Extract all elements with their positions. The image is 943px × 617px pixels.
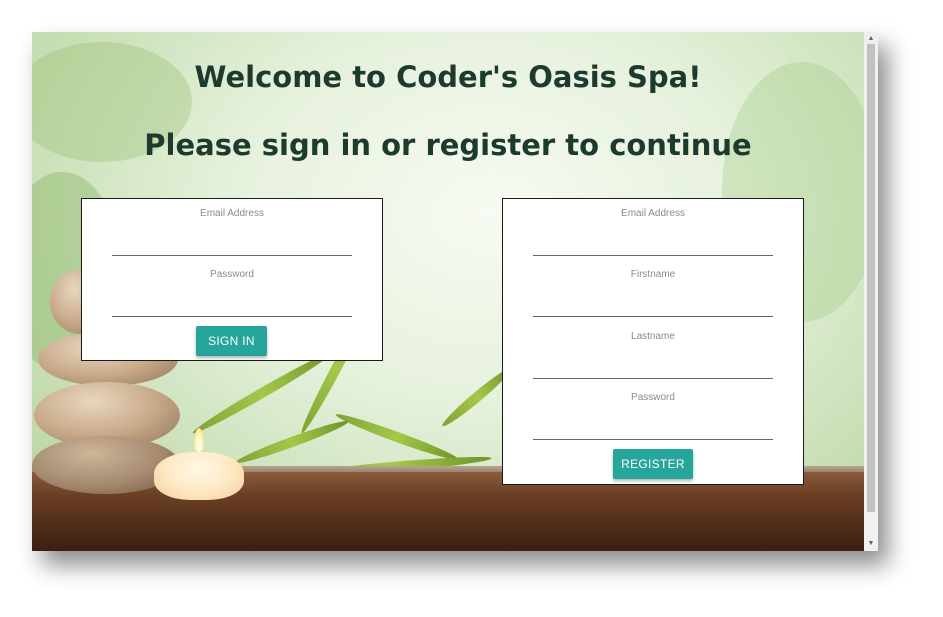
bamboo-leaf [334, 410, 460, 464]
page-viewport: Welcome to Coder's Oasis Spa! Please sig… [32, 32, 864, 551]
signin-email-label: Email Address [200, 208, 264, 219]
register-lastname-input[interactable] [533, 353, 773, 379]
register-button[interactable]: REGISTER [613, 449, 693, 479]
register-lastname-field: Lastname [533, 327, 773, 379]
register-firstname-label: Firstname [630, 269, 676, 280]
scrollbar-thumb[interactable] [867, 44, 875, 512]
candle-flame [194, 428, 204, 452]
signin-password-input[interactable] [112, 291, 352, 317]
register-password-field: Password [533, 388, 773, 440]
signin-password-field: Password [112, 265, 352, 317]
vertical-scrollbar[interactable]: ▲ ▼ [864, 32, 878, 551]
signin-password-label: Password [210, 269, 254, 280]
register-password-label: Password [631, 392, 675, 403]
register-lastname-label: Lastname [631, 331, 675, 342]
register-email-field: Email Address [533, 204, 773, 256]
register-email-input[interactable] [533, 230, 773, 256]
signin-email-input[interactable] [112, 230, 352, 256]
register-password-input[interactable] [533, 414, 773, 440]
bamboo-leaf [190, 348, 334, 438]
register-form: Email Address Firstname Lastname Passwor… [502, 198, 804, 485]
browser-window: Welcome to Coder's Oasis Spa! Please sig… [32, 32, 878, 551]
bamboo-leaf [233, 416, 351, 468]
page-subtitle: Please sign in or register to continue [144, 128, 752, 162]
welcome-heading: Welcome to Coder's Oasis Spa! [194, 60, 702, 94]
register-firstname-field: Firstname [533, 265, 773, 317]
signin-email-field: Email Address [112, 204, 352, 256]
scroll-down-arrow-icon[interactable]: ▼ [864, 537, 878, 551]
signin-form: Email Address Password SIGN IN [81, 198, 383, 361]
register-firstname-input[interactable] [533, 291, 773, 317]
candle [154, 452, 244, 500]
register-email-label: Email Address [621, 208, 685, 219]
sign-in-button[interactable]: SIGN IN [196, 326, 267, 356]
